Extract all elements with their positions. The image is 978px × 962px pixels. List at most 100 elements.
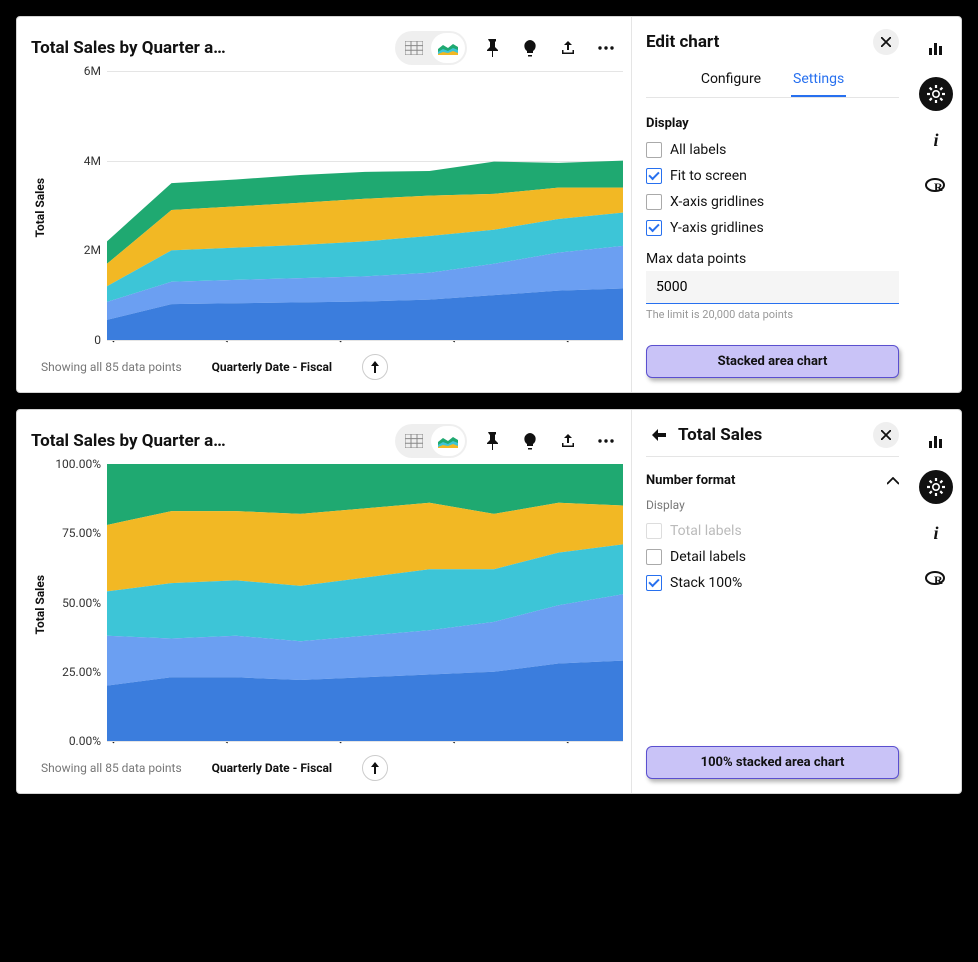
rail-chart-button[interactable] <box>919 31 953 65</box>
more-button[interactable] <box>589 424 623 458</box>
area-icon <box>438 41 458 55</box>
tab-configure[interactable]: Configure <box>699 63 763 97</box>
back-button[interactable] <box>646 422 672 448</box>
table-view-button[interactable] <box>397 33 431 63</box>
info-icon: i <box>933 523 938 544</box>
svg-text:R: R <box>934 573 943 587</box>
chevron-up-icon <box>887 477 899 485</box>
close-icon <box>881 37 891 47</box>
plot-wrap: 02M4M6M Q3 FY 2017Q3 FY 2018Q3 FY 2019Q3… <box>49 71 623 344</box>
checkbox[interactable] <box>646 575 662 591</box>
rail-settings-button[interactable] <box>919 470 953 504</box>
rail-info-button[interactable]: i <box>919 123 953 157</box>
chart-body: Total Sales 0.00%25.00%50.00%75.00%100.0… <box>31 464 623 745</box>
checkbox-label: Total labels <box>670 523 742 539</box>
section-label: Number format <box>646 473 735 488</box>
y-tick: 50.00% <box>49 596 101 610</box>
checkbox-label: Stack 100% <box>670 575 742 591</box>
callout: 100% stacked area chart <box>646 746 899 779</box>
checkbox-label: All labels <box>670 142 726 158</box>
r-icon: R <box>925 178 947 194</box>
footer-note: Showing all 85 data points <box>41 360 182 374</box>
max-points-input[interactable] <box>646 271 899 304</box>
checkbox[interactable] <box>646 549 662 565</box>
y-tick: 4M <box>49 154 101 168</box>
explore-button[interactable] <box>513 424 547 458</box>
y-tick: 100.00% <box>49 457 101 471</box>
x-axis-label: Quarterly Date - Fiscal <box>212 360 332 374</box>
check-all-labels[interactable]: All labels <box>646 137 899 163</box>
table-icon <box>405 41 423 55</box>
chart-view-button[interactable] <box>431 426 465 456</box>
max-points-hint: The limit is 20,000 data points <box>646 308 899 321</box>
check-detail-labels[interactable]: Detail labels <box>646 544 899 570</box>
checkbox-label: X-axis gridlines <box>670 194 764 210</box>
panel-stacked: Total Sales by Quarter a… <box>16 16 962 393</box>
checkbox[interactable] <box>646 142 662 158</box>
pin-button[interactable] <box>475 31 509 65</box>
rail-settings-button[interactable] <box>919 77 953 111</box>
table-view-button[interactable] <box>397 426 431 456</box>
plot-wrap: 0.00%25.00%50.00%75.00%100.00% Q3 FY 201… <box>49 464 623 745</box>
close-button[interactable] <box>873 422 899 448</box>
lightbulb-icon <box>522 39 538 57</box>
checkbox-label: Detail labels <box>670 549 746 565</box>
tab-settings[interactable]: Settings <box>791 63 846 97</box>
checkbox[interactable] <box>646 220 662 236</box>
checkbox[interactable] <box>646 523 662 539</box>
callout: Stacked area chart <box>646 345 899 378</box>
rail: i R <box>911 410 961 793</box>
explore-button[interactable] <box>513 31 547 65</box>
arrow-left-icon <box>652 429 666 441</box>
chart-column: Total Sales by Quarter a… <box>17 410 631 793</box>
more-button[interactable] <box>589 31 623 65</box>
pin-icon <box>485 432 499 450</box>
y-tick: 0.00% <box>49 734 101 748</box>
area-icon <box>438 434 458 448</box>
checkbox[interactable] <box>646 194 662 210</box>
check-fit-to-screen[interactable]: Fit to screen <box>646 163 899 189</box>
side-title: Edit chart <box>646 32 873 52</box>
rail-r-button[interactable]: R <box>919 169 953 203</box>
share-button[interactable] <box>551 31 585 65</box>
y-tick: 6M <box>49 64 101 78</box>
display-heading: Display <box>646 498 899 512</box>
checkbox[interactable] <box>646 168 662 184</box>
rail-chart-button[interactable] <box>919 424 953 458</box>
chart-view-button[interactable] <box>431 33 465 63</box>
close-button[interactable] <box>873 29 899 55</box>
lightbulb-icon <box>522 432 538 450</box>
r-icon: R <box>925 571 947 587</box>
chart-footer: Showing all 85 data points Quarterly Dat… <box>31 745 623 785</box>
sort-button[interactable] <box>362 354 388 380</box>
bar-chart-icon <box>928 433 944 449</box>
check-x-gridlines[interactable]: X-axis gridlines <box>646 189 899 215</box>
y-axis-label: Total Sales <box>31 178 49 237</box>
dots-icon <box>598 46 614 50</box>
y-tick: 75.00% <box>49 526 101 540</box>
chart-column: Total Sales by Quarter a… <box>17 17 631 392</box>
section-number-format[interactable]: Number format <box>646 467 899 494</box>
share-button[interactable] <box>551 424 585 458</box>
checkbox-label: Y-axis gridlines <box>670 220 764 236</box>
rail-info-button[interactable]: i <box>919 516 953 550</box>
sort-button[interactable] <box>362 755 388 781</box>
y-axis-label: Total Sales <box>31 575 49 634</box>
check-y-gridlines[interactable]: Y-axis gridlines <box>646 215 899 241</box>
toolbar <box>395 424 623 458</box>
arrow-up-icon <box>370 361 380 373</box>
check-total-labels[interactable]: Total labels <box>646 518 899 544</box>
y-tick: 25.00% <box>49 665 101 679</box>
x-axis-label: Quarterly Date - Fiscal <box>212 761 332 775</box>
pin-button[interactable] <box>475 424 509 458</box>
chart-header: Total Sales by Quarter a… <box>31 31 623 65</box>
rail: i R <box>911 17 961 392</box>
table-icon <box>405 434 423 448</box>
bar-chart-icon <box>928 40 944 56</box>
check-stack-100[interactable]: Stack 100% <box>646 570 899 596</box>
toolbar <box>395 31 623 65</box>
chart-footer: Showing all 85 data points Quarterly Dat… <box>31 344 623 384</box>
footer-note: Showing all 85 data points <box>41 761 182 775</box>
rail-r-button[interactable]: R <box>919 562 953 596</box>
side-panel: Edit chart Configure Settings Display Al… <box>631 17 911 392</box>
